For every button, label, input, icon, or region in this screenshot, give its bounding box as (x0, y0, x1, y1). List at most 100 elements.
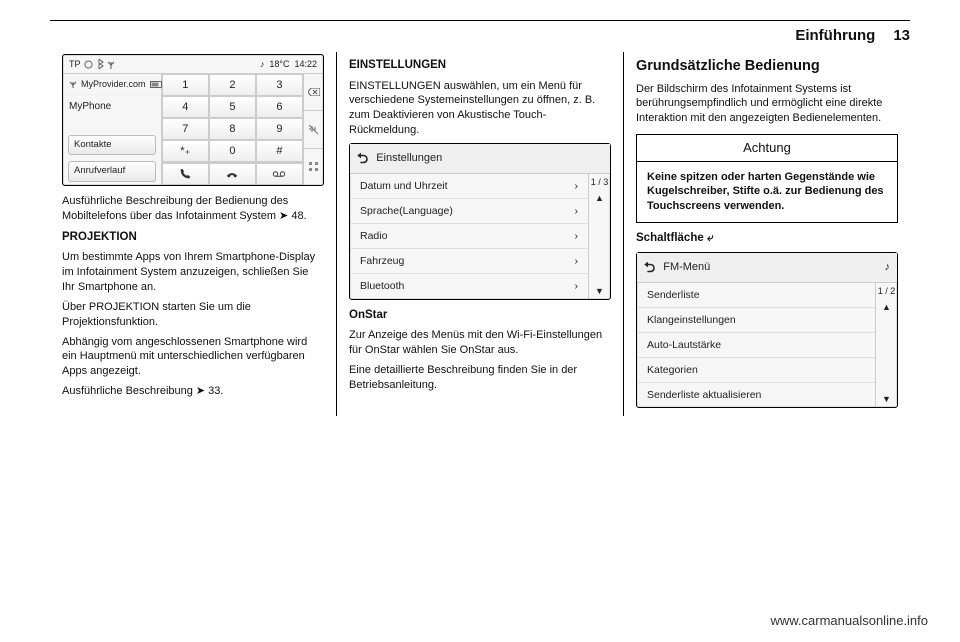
key-5[interactable]: 5 (209, 96, 256, 118)
scroll-down-icon[interactable]: ▼ (882, 391, 891, 407)
signal-icon (84, 60, 93, 69)
scroll-up-icon[interactable]: ▲ (595, 190, 604, 206)
keypad: 1 2 3 4 5 6 7 8 9 *₊ 0 # (162, 74, 303, 162)
fm-item-senderliste[interactable]: Senderliste (637, 283, 875, 308)
key-2[interactable]: 2 (209, 74, 256, 96)
col1-para1: Ausführliche Beschreibung der Bedienung … (62, 194, 324, 224)
fm-scrollbar[interactable]: 1 / 2 ▲ ▼ (875, 283, 897, 408)
settings-list: Datum und Uhrzeit› Sprache(Language)› Ra… (350, 174, 588, 299)
col1-para3: Über PROJEKTION starten Sie um die Proje… (62, 300, 324, 330)
settings-item-label: Bluetooth (360, 279, 404, 293)
settings-item-radio[interactable]: Radio › (350, 224, 588, 249)
call-button[interactable] (162, 163, 209, 185)
col3-para1: Der Bildschirm des Infotainment Systems … (636, 82, 898, 127)
chevron-right-icon: › (575, 254, 579, 268)
key-1[interactable]: 1 (162, 74, 209, 96)
fm-item-kategorien[interactable]: Kategorien (637, 358, 875, 383)
settings-item-label: Fahrzeug (360, 254, 404, 268)
heading-schaltflaeche: Schaltfläche ⤶ (636, 231, 898, 247)
mute-icon[interactable] (304, 111, 323, 148)
voicemail-button[interactable] (256, 163, 303, 185)
heading-einstellungen: EINSTELLUNGEN (349, 58, 611, 74)
key-8[interactable]: 8 (209, 118, 256, 140)
col1-para2: Um bestimmte Apps von Ihrem Smartphone-D… (62, 250, 324, 295)
back-icon[interactable]: ⮌ (357, 149, 368, 168)
phone-name: MyPhone (63, 95, 161, 131)
back-icon[interactable]: ⮌ (644, 258, 655, 277)
fm-title: FM-Menü (663, 260, 710, 275)
fm-item-label: Kategorien (647, 363, 698, 377)
antenna-small-icon (69, 80, 77, 88)
contacts-button[interactable]: Kontakte (68, 135, 156, 156)
settings-title-bar: ⮌ Einstellungen (350, 144, 610, 174)
key-4[interactable]: 4 (162, 96, 209, 118)
chevron-right-icon: › (575, 229, 579, 243)
page-header: Einführung 13 (50, 21, 910, 52)
settings-item-label: Sprache(Language) (360, 204, 453, 218)
fm-item-autolaut[interactable]: Auto-Lautstärke (637, 333, 875, 358)
status-bar: TP ♪ 18°C 14:22 (63, 55, 323, 74)
column-1: TP ♪ 18°C 14:22 (50, 52, 336, 416)
settings-item-language[interactable]: Sprache(Language) › (350, 199, 588, 224)
key-9[interactable]: 9 (256, 118, 303, 140)
tp-indicator: TP (69, 58, 81, 70)
fm-ui: ⮌ FM-Menü ♪ Senderliste Klangeinstellung… (636, 252, 898, 409)
key-star[interactable]: *₊ (162, 140, 209, 162)
chevron-right-icon: › (575, 279, 579, 293)
delete-icon[interactable] (304, 74, 323, 111)
heading-grundsaetzliche: Grundsätzliche Bedienung (636, 57, 898, 77)
col2-para1: EINSTELLUNGEN auswählen, um ein Menü für… (349, 79, 611, 138)
fm-item-label: Auto-Lautstärke (647, 338, 721, 352)
scroll-down-icon[interactable]: ▼ (595, 283, 604, 299)
key-hash[interactable]: # (256, 140, 303, 162)
music-icon: ♪ (885, 260, 891, 275)
settings-item-label: Radio (360, 229, 387, 243)
col1-para4: Abhängig vom angeschlossenen Smartphone … (62, 335, 324, 380)
hangup-button[interactable] (209, 163, 256, 185)
heading-onstar: OnStar (349, 308, 611, 324)
key-3[interactable]: 3 (256, 74, 303, 96)
chevron-right-icon: › (575, 204, 579, 218)
provider-row: MyProvider.com (63, 74, 161, 95)
fm-item-label: Senderliste aktualisieren (647, 388, 761, 402)
col2-para2: Zur Anzeige des Menüs mit den Wi-Fi-Eins… (349, 328, 611, 358)
columns: TP ♪ 18°C 14:22 (50, 52, 910, 416)
temperature: 18°C (269, 58, 289, 70)
keypad-toggle-icon[interactable] (304, 149, 323, 185)
settings-scrollbar[interactable]: 1 / 3 ▲ ▼ (588, 174, 610, 299)
notice-title: Achtung (637, 135, 897, 162)
call-history-button[interactable]: Anrufverlauf (68, 161, 156, 182)
antenna-icon (107, 59, 115, 69)
heading-projektion: PROJEKTION (62, 230, 324, 246)
phone-right-strip (303, 74, 323, 185)
phone-ui: TP ♪ 18°C 14:22 (62, 54, 324, 186)
fm-item-aktualisieren[interactable]: Senderliste aktualisieren (637, 383, 875, 407)
col2-para3: Eine detaillierte Beschreibung finden Si… (349, 363, 611, 393)
clock: 14:22 (294, 58, 317, 70)
settings-item-vehicle[interactable]: Fahrzeug › (350, 249, 588, 274)
section-title: Einführung (795, 27, 875, 44)
settings-ui: ⮌ Einstellungen Datum und Uhrzeit› Sprac… (349, 143, 611, 300)
column-2: EINSTELLUNGEN EINSTELLUNGEN auswählen, u… (336, 52, 623, 416)
notice-box: Achtung Keine spitzen oder harten Gegens… (636, 134, 898, 223)
footer-url: www.carmanualsonline.info (770, 613, 928, 628)
column-3: Grundsätzliche Bedienung Der Bildschirm … (623, 52, 910, 416)
settings-item-datetime[interactable]: Datum und Uhrzeit› (350, 174, 588, 199)
settings-item-label: Datum und Uhrzeit (360, 179, 448, 193)
fm-title-bar: ⮌ FM-Menü ♪ (637, 253, 897, 283)
bluetooth-icon (96, 59, 104, 69)
settings-title: Einstellungen (376, 151, 442, 166)
page-indicator: 1 / 3 (591, 174, 609, 190)
col1-para5: Ausführliche Beschreibung ➤ 33. (62, 384, 324, 399)
page-indicator: 1 / 2 (878, 283, 896, 299)
phone-left-pane: MyProvider.com MyPhone Kontakte Anrufver… (63, 74, 162, 185)
page-number: 13 (893, 27, 910, 44)
key-6[interactable]: 6 (256, 96, 303, 118)
provider-label: MyProvider.com (81, 78, 146, 90)
key-7[interactable]: 7 (162, 118, 209, 140)
fm-item-klang[interactable]: Klangeinstellungen (637, 308, 875, 333)
scroll-up-icon[interactable]: ▲ (882, 299, 891, 315)
key-0[interactable]: 0 (209, 140, 256, 162)
page-container: Einführung 13 TP (50, 20, 910, 604)
settings-item-bluetooth[interactable]: Bluetooth › (350, 274, 588, 298)
